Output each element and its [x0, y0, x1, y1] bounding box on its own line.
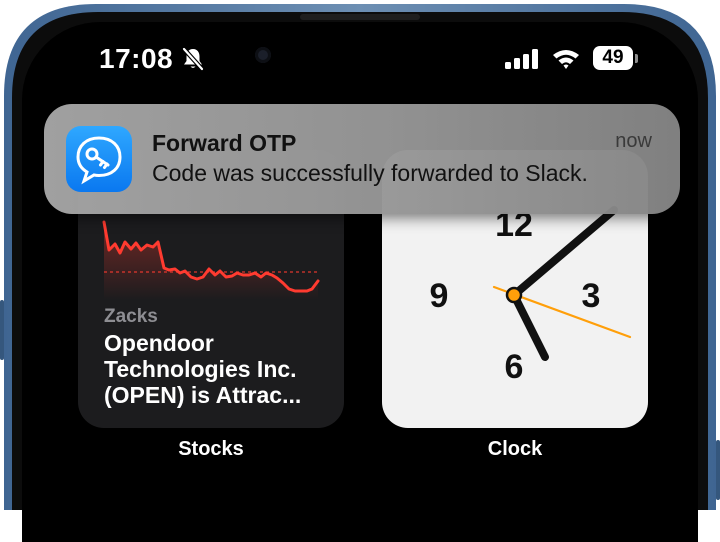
clock-widget-label: Clock	[487, 438, 543, 460]
stocks-headline-line-1: Opendoor	[104, 330, 214, 356]
battery-level: 49	[602, 47, 624, 68]
key-message-icon	[76, 136, 122, 185]
clock-center-pin	[505, 286, 523, 304]
battery-icon: 49	[593, 46, 633, 70]
front-camera	[255, 47, 271, 63]
stocks-headline-line-2: Technologies Inc.	[104, 356, 297, 382]
clock-numeral-6: 6	[505, 348, 524, 386]
status-time: 17:08	[99, 43, 174, 74]
clock-numeral-9: 9	[430, 277, 449, 315]
wifi-icon	[553, 50, 579, 69]
bell-slash-icon	[182, 47, 204, 71]
battery-cap	[635, 54, 638, 63]
notification-time: now	[615, 130, 652, 152]
clock-numeral-3: 3	[582, 277, 601, 315]
side-button-right	[716, 440, 720, 500]
app-icon-forward-otp	[66, 126, 132, 192]
stocks-source: Zacks	[104, 306, 158, 327]
notification-title: Forward OTP	[152, 130, 297, 156]
signal-icon	[505, 49, 538, 69]
notification-banner[interactable]: Forward OTP now Code was successfully fo…	[44, 104, 680, 214]
stocks-widget-label: Stocks	[178, 438, 244, 460]
stock-chart-area	[104, 222, 318, 300]
notification-body: Code was successfully forwarded to Slack…	[152, 160, 588, 186]
speaker-grille	[300, 14, 420, 20]
side-button-left	[0, 300, 4, 360]
stocks-headline-line-3: (OPEN) is Attrac...	[104, 382, 302, 408]
